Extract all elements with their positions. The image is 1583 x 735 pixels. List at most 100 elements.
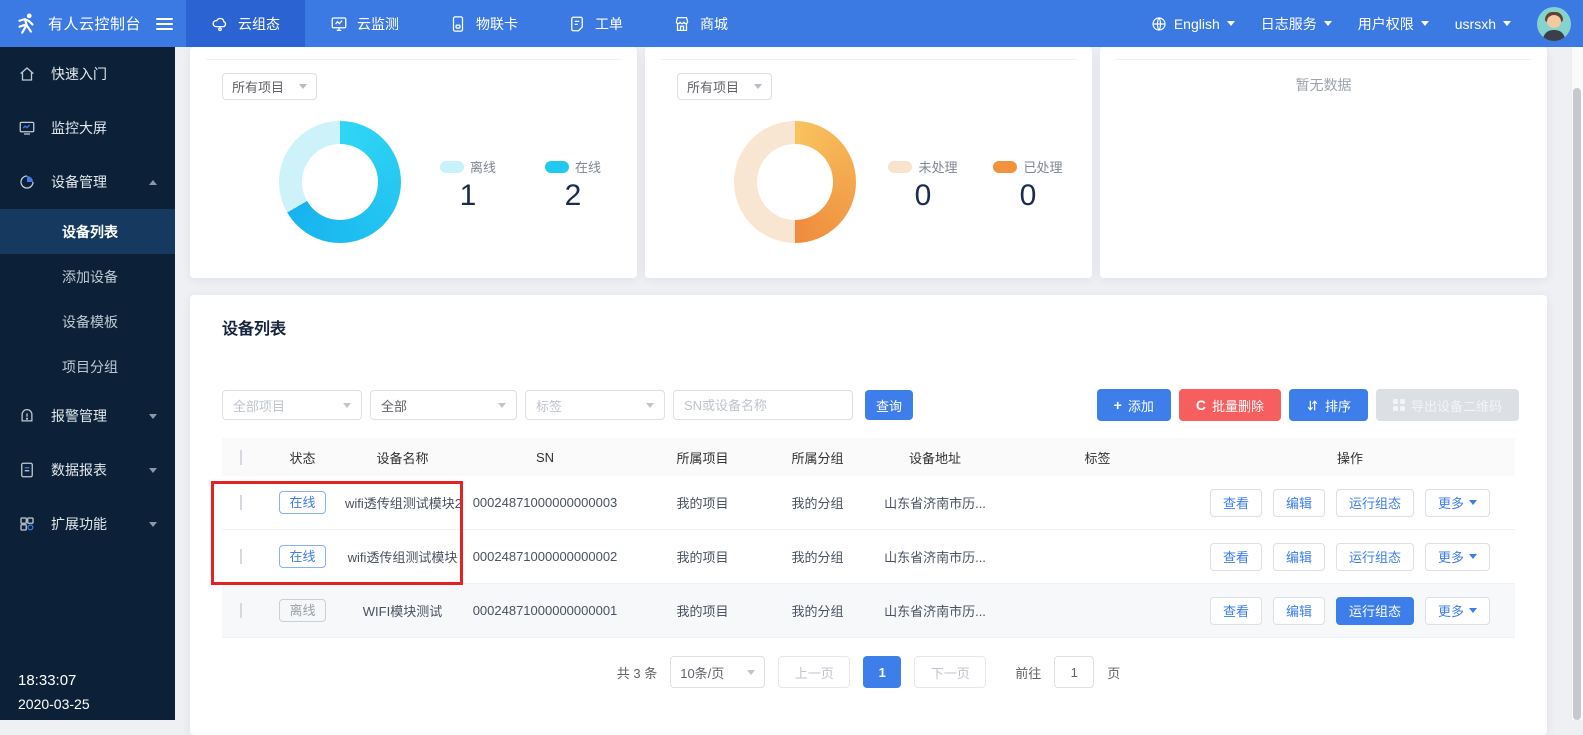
more-button[interactable]: 更多 [1425,543,1490,571]
chevron-down-icon [1227,21,1235,26]
view-button[interactable]: 查看 [1210,489,1262,517]
add-button[interactable]: + 添加 [1097,389,1171,421]
view-button[interactable]: 查看 [1210,597,1262,625]
select-all-checkbox[interactable] [240,450,242,465]
sidebar-subitem-device-template[interactable]: 设备模板 [0,299,175,344]
nav-tab-cloud-config[interactable]: 云组态 [186,0,305,47]
iot-card-icon [449,15,467,33]
nav-tab-label: 商城 [700,14,728,34]
scrollbar-thumb[interactable] [1573,88,1581,720]
brand-title: 有人云控制台 [48,13,141,34]
search-input[interactable] [673,390,853,420]
page-size-value: 10条/页 [680,663,724,682]
batch-delete-button[interactable]: C 批量删除 [1179,389,1281,421]
card-divider [1116,59,1531,60]
nav-tab-mall[interactable]: 商城 [648,0,753,47]
scope-select[interactable]: 全部 [370,390,517,420]
export-qr-button[interactable]: 导出设备二维码 [1376,389,1519,421]
edit-button[interactable]: 编辑 [1273,597,1325,625]
next-page-button[interactable]: 下一页 [914,656,986,688]
col-status: 状态 [260,448,345,467]
row-checkbox[interactable] [240,603,242,618]
sidebar-subitem-project-group[interactable]: 项目分组 [0,344,175,389]
user-permission-menu[interactable]: 用户权限 [1358,14,1429,34]
more-button[interactable]: 更多 [1425,597,1490,625]
jump-suffix: 页 [1107,663,1120,682]
device-group: 我的分组 [775,493,860,512]
scope-select-value: 全部 [381,396,407,415]
nav-tab-cloud-monitor[interactable]: 云监测 [305,0,424,47]
more-button[interactable]: 更多 [1425,489,1490,517]
toolbar: + 添加 C 批量删除 排序 导出设备二维码 [1097,389,1519,421]
avatar[interactable] [1537,7,1571,41]
run-config-button[interactable]: 运行组态 [1336,597,1414,625]
brand[interactable]: 有人云控制台 [0,0,186,47]
edit-button[interactable]: 编辑 [1273,489,1325,517]
jump-page-input[interactable] [1054,656,1094,688]
nav-tab-work-order[interactable]: 工单 [543,0,648,47]
clock-date: 2020-03-25 [18,696,90,712]
page-size-select[interactable]: 10条/页 [670,656,765,688]
chevron-up-icon [149,180,157,185]
device-address: 山东省济南市历... [860,601,1010,620]
project-filter-select[interactable]: 所有项目 [222,73,317,100]
sidebar-item-quick-start[interactable]: 快速入门 [0,47,175,101]
current-page-button[interactable]: 1 [863,656,901,688]
nav-tab-label: 物联卡 [476,14,518,34]
table-header: 状态 设备名称 SN 所属项目 所属分组 设备地址 标签 操作 [222,438,1515,476]
jump-prefix: 前往 [1015,663,1041,682]
chevron-down-icon [1421,21,1429,26]
sidebar-subitem-device-list[interactable]: 设备列表 [0,209,175,254]
sidebar-item-data-report[interactable]: 数据报表 [0,443,175,497]
device-sn: 00024871000000000003 [460,495,630,510]
filter-bar: 全部项目 全部 标签 查询 [222,390,913,420]
scrollbar-track[interactable] [1571,47,1583,720]
log-service-menu[interactable]: 日志服务 [1261,14,1332,34]
chevron-down-icon [149,468,157,473]
sidebar-item-label: 快速入门 [51,64,107,84]
prev-page-button[interactable]: 上一页 [778,656,850,688]
sidebar-subitem-label: 添加设备 [62,267,118,287]
col-tag: 标签 [1010,448,1185,467]
table-row: 在线 wifi透传组测试模块 00024871000000000002 我的项目… [222,530,1515,584]
sidebar-item-extensions[interactable]: 扩展功能 [0,497,175,551]
device-status-card: 所有项目 离线 1 在线 2 [190,47,637,278]
sidebar-item-big-screen[interactable]: 监控大屏 [0,101,175,155]
legend-processed: 已处理 0 [988,157,1068,213]
row-checkbox[interactable] [240,495,242,510]
sidebar-item-label: 设备管理 [51,172,107,192]
sidebar-subitem-add-device[interactable]: 添加设备 [0,254,175,299]
top-navbar: 有人云控制台 云组态 云监测 物联 [0,0,1583,47]
menu-toggle-icon[interactable] [156,18,173,30]
clock-time: 18:33:07 [18,672,90,689]
view-button[interactable]: 查看 [1210,543,1262,571]
run-config-button[interactable]: 运行组态 [1336,489,1414,517]
device-table: 状态 设备名称 SN 所属项目 所属分组 设备地址 标签 操作 在线 wifi透… [222,438,1515,638]
chevron-down-icon [149,522,157,527]
device-name: wifi透传组测试模块2 [345,493,460,512]
edit-button[interactable]: 编辑 [1273,543,1325,571]
navbar-right: English 日志服务 用户权限 usrsxh [1151,0,1583,47]
query-button[interactable]: 查询 [865,390,913,420]
device-manage-icon [18,173,36,191]
nav-tab-iot-card[interactable]: 物联卡 [424,0,543,47]
project-filter-select[interactable]: 所有项目 [677,73,772,100]
sidebar-item-alarm-manage[interactable]: 报警管理 [0,389,175,443]
device-address: 山东省济南市历... [860,547,1010,566]
device-project: 我的项目 [630,601,775,620]
chevron-down-icon [754,84,762,89]
run-config-button[interactable]: 运行组态 [1336,543,1414,571]
total-count: 共 3 条 [617,663,657,682]
sidebar-item-device-manage[interactable]: 设备管理 [0,155,175,209]
col-project: 所属项目 [630,448,775,467]
account-menu[interactable]: usrsxh [1455,16,1511,32]
row-checkbox[interactable] [240,549,242,564]
language-switcher[interactable]: English [1151,16,1235,32]
chevron-down-icon [646,403,654,408]
tag-select[interactable]: 标签 [525,390,665,420]
sort-button[interactable]: 排序 [1289,389,1368,421]
processed-swatch-icon [993,161,1017,173]
project-select[interactable]: 全部项目 [222,390,362,420]
sidebar-subitem-label: 设备列表 [62,222,118,242]
log-service-label: 日志服务 [1261,14,1317,34]
